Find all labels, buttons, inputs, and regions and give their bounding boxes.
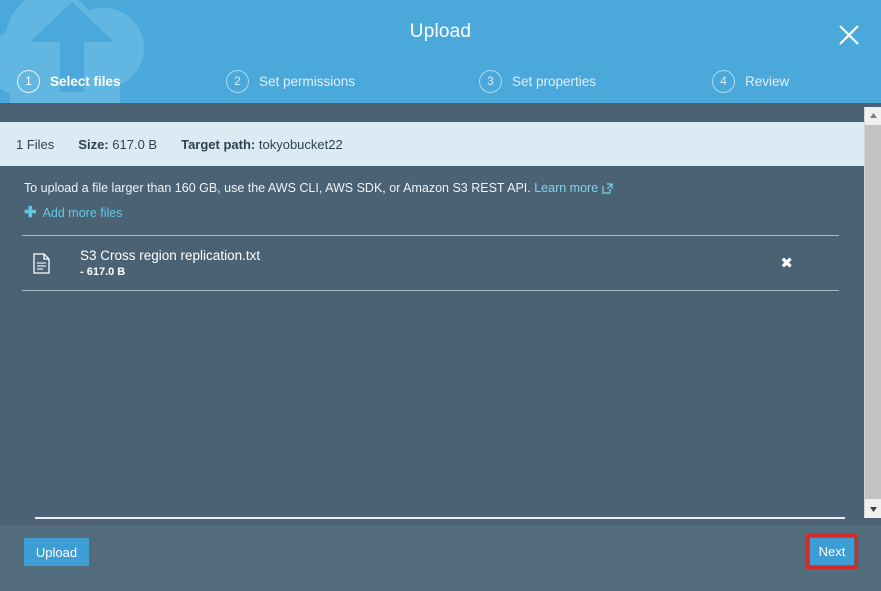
step-label: Set permissions — [259, 73, 356, 89]
file-list-item: S3 Cross region replication.txt - 617.0 … — [22, 235, 839, 291]
scrollbar-thumb[interactable] — [865, 125, 881, 499]
upload-size-hint-text: To upload a file larger than 160 GB, use… — [24, 181, 531, 195]
total-size-value: 617.0 B — [112, 136, 158, 152]
dialog-body: To upload a file larger than 160 GB, use… — [0, 166, 881, 525]
vertical-scrollbar[interactable] — [864, 107, 881, 518]
file-size: - 617.0 B — [80, 266, 126, 278]
plus-icon: ✚ — [24, 204, 37, 221]
total-size-label: Size: — [78, 136, 109, 152]
dialog-footer: Upload Next — [0, 525, 881, 591]
step-number: 2 — [226, 69, 249, 93]
remove-file-button[interactable]: ✖ — [780, 254, 793, 272]
page-title: Upload — [409, 21, 472, 42]
step-label: Set properties — [512, 73, 597, 89]
external-link-icon — [602, 183, 613, 197]
step-number: 3 — [479, 69, 502, 93]
next-button[interactable]: Next — [810, 538, 854, 565]
target-path-label: Target path: — [181, 136, 256, 152]
step-indicator: 1 Select files 2 Set permissions 3 Set p… — [0, 66, 881, 98]
scroll-down-icon[interactable] — [865, 501, 881, 518]
upload-size-hint: To upload a file larger than 160 GB, use… — [24, 181, 613, 197]
upload-summary-bar: 1 Files Size: 617.0 B Target path: tokyo… — [0, 122, 881, 166]
target-path-value: tokyobucket22 — [258, 136, 343, 152]
total-size: Size: 617.0 B — [78, 137, 157, 152]
file-count-label: 1 Files — [16, 136, 55, 152]
step-label: Select files — [50, 73, 121, 89]
content-bottom-divider — [35, 517, 845, 519]
header-divider-strip — [0, 103, 881, 122]
learn-more-label: Learn more — [534, 181, 599, 195]
step-set-permissions[interactable]: 2 Set permissions — [226, 66, 355, 96]
step-set-properties[interactable]: 3 Set properties — [479, 66, 596, 96]
step-label: Review — [745, 73, 790, 89]
upload-dialog: Upload 1 Select files 2 Set permissions … — [0, 0, 881, 591]
step-number: 1 — [17, 69, 40, 93]
target-path: Target path: tokyobucket22 — [181, 137, 343, 152]
add-more-files-button[interactable]: ✚ Add more files — [24, 205, 122, 220]
add-more-files-label: Add more files — [42, 205, 123, 220]
step-review[interactable]: 4 Review — [712, 66, 789, 96]
document-icon — [24, 252, 58, 274]
step-number: 4 — [712, 69, 735, 93]
close-icon[interactable] — [829, 15, 869, 55]
file-info: S3 Cross region replication.txt - 617.0 … — [80, 247, 260, 279]
upload-button[interactable]: Upload — [24, 538, 89, 566]
step-select-files[interactable]: 1 Select files — [17, 66, 121, 96]
file-name: S3 Cross region replication.txt — [80, 248, 261, 263]
scroll-up-icon[interactable] — [865, 107, 881, 124]
dialog-header: Upload 1 Select files 2 Set permissions … — [0, 0, 881, 103]
learn-more-link[interactable]: Learn more — [534, 181, 613, 195]
selected-file-list: S3 Cross region replication.txt - 617.0 … — [22, 235, 839, 291]
